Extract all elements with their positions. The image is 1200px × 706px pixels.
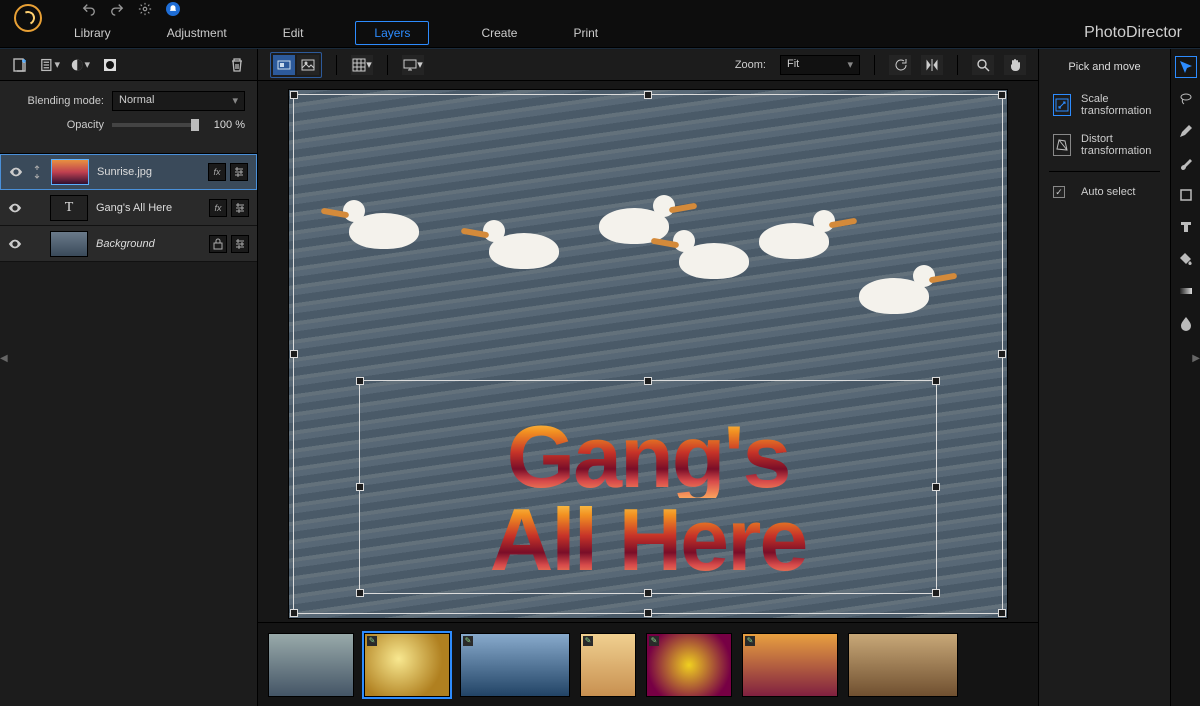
layer-row[interactable]: T Gang's All Here fx: [0, 190, 257, 226]
filmstrip-item[interactable]: ✎: [742, 633, 838, 697]
lasso-tool-icon[interactable]: [1176, 89, 1196, 109]
canvas-toolbar: ▾ ▾ Zoom: Fit: [258, 49, 1038, 81]
tool-options-title: Pick and move: [1049, 61, 1160, 73]
distort-icon: [1053, 134, 1071, 156]
screen-icon[interactable]: ▾: [402, 55, 424, 75]
canvas[interactable]: Gang's All Here: [288, 89, 1008, 619]
visibility-eye-icon[interactable]: [8, 237, 22, 251]
notification-icon[interactable]: [166, 2, 180, 16]
fx-icon[interactable]: fx: [208, 163, 226, 181]
brush-tool-icon[interactable]: [1176, 153, 1196, 173]
filmstrip: ✎ ✎ ✎ ✎ ✎: [258, 622, 1038, 706]
text-tool-icon[interactable]: [1176, 217, 1196, 237]
view-mode-group: [270, 52, 322, 78]
layer-name[interactable]: Sunrise.jpg: [97, 166, 200, 178]
view-layers-icon[interactable]: [273, 55, 295, 75]
fx-icon[interactable]: fx: [209, 199, 227, 217]
layer-properties: Blending mode: Normal Opacity 100 %: [0, 81, 257, 154]
window-quickbar: [0, 0, 1200, 18]
visibility-eye-icon[interactable]: [8, 201, 22, 215]
edited-badge-icon: ✎: [367, 636, 377, 646]
scale-transformation-option[interactable]: Scale transformation: [1049, 85, 1160, 125]
zoom-label: Zoom:: [735, 59, 766, 71]
filmstrip-item[interactable]: [848, 633, 958, 697]
scale-icon: [1053, 94, 1071, 116]
edited-badge-icon: ✎: [463, 636, 473, 646]
adjust-icon[interactable]: [231, 199, 249, 217]
undo-icon[interactable]: [82, 2, 96, 16]
filmstrip-item[interactable]: [268, 633, 354, 697]
opacity-value: 100 %: [207, 119, 245, 131]
tab-adjustment[interactable]: Adjustment: [163, 20, 231, 46]
view-image-icon[interactable]: [297, 55, 319, 75]
edited-badge-icon: ✎: [583, 636, 593, 646]
opacity-label: Opacity: [12, 119, 104, 131]
edited-badge-icon: ✎: [649, 636, 659, 646]
filmstrip-item[interactable]: ✎: [646, 633, 732, 697]
layer-thumbnail: T: [50, 195, 88, 221]
tab-create[interactable]: Create: [477, 20, 521, 46]
main-tabs: Library Adjustment Edit Layers Create Pr…: [0, 18, 1200, 48]
text-selection-marquee[interactable]: [359, 380, 937, 594]
layer-name[interactable]: Background: [96, 238, 201, 250]
visibility-eye-icon[interactable]: [9, 165, 23, 179]
layer-row[interactable]: Sunrise.jpg fx: [0, 154, 257, 190]
delete-layer-icon[interactable]: [227, 55, 247, 75]
layer-list: Sunrise.jpg fx T Gang's All Here fx: [0, 154, 257, 706]
filmstrip-item[interactable]: ✎: [460, 633, 570, 697]
tool-options-panel: Pick and move Scale transformation Disto…: [1038, 49, 1200, 706]
opacity-slider[interactable]: [112, 123, 199, 127]
layer-name[interactable]: Gang's All Here: [96, 202, 201, 214]
mask-circle-icon[interactable]: ▾: [70, 55, 90, 75]
checkbox-label: Auto select: [1081, 186, 1135, 198]
app-logo: [14, 4, 42, 32]
checkbox-icon: ✓: [1053, 186, 1065, 198]
move-tool-icon[interactable]: [1176, 57, 1196, 77]
tool-strip: [1170, 49, 1200, 706]
blend-mode-label: Blending mode:: [12, 95, 104, 107]
collapse-right-icon[interactable]: ▶: [1192, 353, 1200, 364]
adjust-icon[interactable]: [231, 235, 249, 253]
gradient-tool-icon[interactable]: [1176, 281, 1196, 301]
layers-panel-toolbar: ▾ ▾: [0, 49, 257, 81]
blur-tool-icon[interactable]: [1176, 313, 1196, 333]
pan-hand-icon[interactable]: [1004, 55, 1026, 75]
canvas-panel: ▾ ▾ Zoom: Fit Gang's: [258, 49, 1038, 706]
filmstrip-item[interactable]: ✎: [580, 633, 636, 697]
app-brand: PhotoDirector: [1084, 24, 1182, 42]
add-layer-icon[interactable]: [10, 55, 30, 75]
flip-icon[interactable]: [921, 55, 943, 75]
edited-badge-icon: ✎: [745, 636, 755, 646]
collapse-left-icon[interactable]: ◀: [0, 353, 8, 364]
zoom-select[interactable]: Fit: [780, 55, 860, 75]
fill-tool-icon[interactable]: [1176, 249, 1196, 269]
adjust-icon[interactable]: [230, 163, 248, 181]
tab-print[interactable]: Print: [569, 20, 602, 46]
rotate-icon[interactable]: [889, 55, 911, 75]
lock-icon[interactable]: [209, 235, 227, 253]
settings-gear-icon[interactable]: [138, 2, 152, 16]
layer-menu-icon[interactable]: ▾: [40, 55, 60, 75]
blend-mode-select[interactable]: Normal: [112, 91, 245, 111]
layer-link-icon[interactable]: [31, 165, 43, 179]
magnify-icon[interactable]: [972, 55, 994, 75]
mask-square-icon[interactable]: [100, 55, 120, 75]
option-label: Scale transformation: [1081, 93, 1156, 117]
redo-icon[interactable]: [110, 2, 124, 16]
tab-library[interactable]: Library: [70, 20, 115, 46]
tab-layers[interactable]: Layers: [355, 21, 429, 45]
layer-row[interactable]: Background: [0, 226, 257, 262]
layer-thumbnail: [51, 159, 89, 185]
option-label: Distort transformation: [1081, 133, 1156, 157]
layers-panel: ▾ ▾ Blending mode: Normal Opacity 100 %: [0, 49, 258, 706]
distort-transformation-option[interactable]: Distort transformation: [1049, 125, 1160, 165]
tab-edit[interactable]: Edit: [279, 20, 308, 46]
shape-tool-icon[interactable]: [1176, 185, 1196, 205]
auto-select-checkbox[interactable]: ✓ Auto select: [1049, 178, 1160, 206]
grid-icon[interactable]: ▾: [351, 55, 373, 75]
layer-thumbnail: [50, 231, 88, 257]
pen-tool-icon[interactable]: [1176, 121, 1196, 141]
filmstrip-item[interactable]: ✎: [364, 633, 450, 697]
